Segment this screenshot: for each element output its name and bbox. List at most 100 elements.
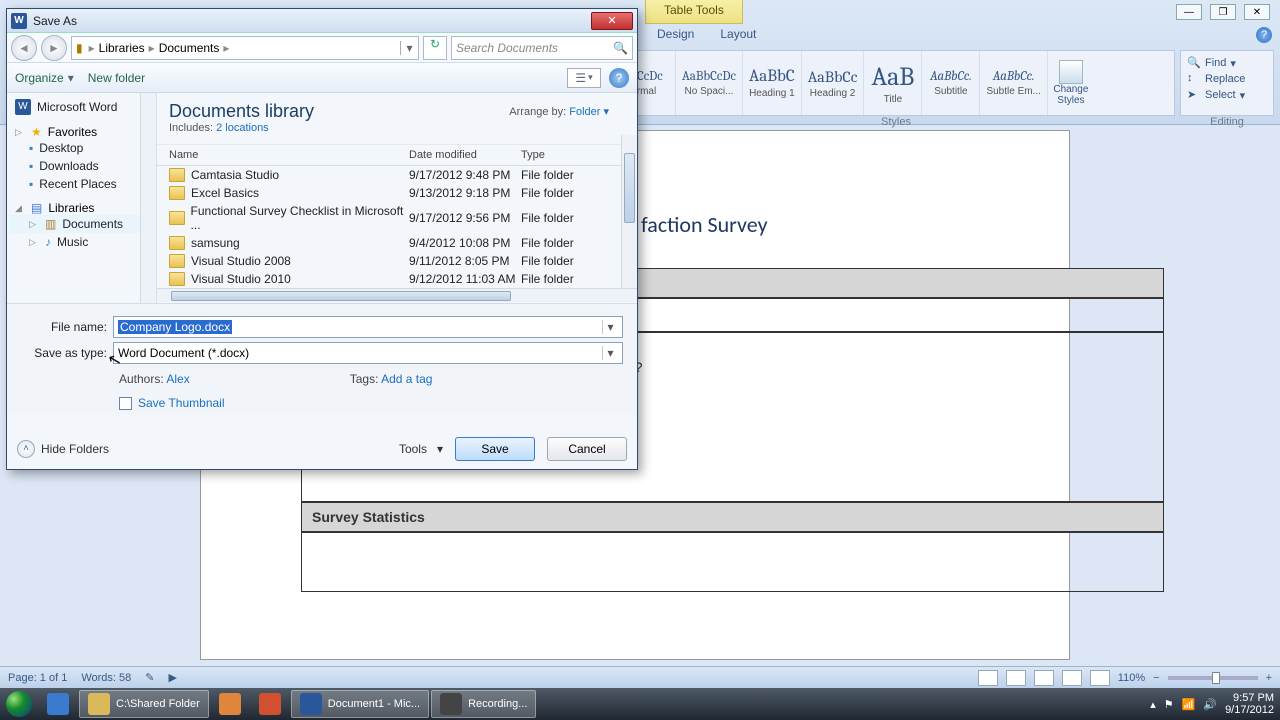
flag-icon[interactable]: ⚑ <box>1164 698 1174 711</box>
list-hscrollbar[interactable] <box>157 288 637 302</box>
spell-icon[interactable]: ✎ <box>145 671 154 684</box>
styles-group-label: Styles <box>617 116 1175 128</box>
chevron-down-icon[interactable]: ▾ <box>602 346 618 360</box>
tags-field[interactable]: Add a tag <box>381 372 432 386</box>
fullscreen-view[interactable] <box>1006 670 1026 686</box>
network-icon[interactable]: 📶 <box>1182 698 1196 711</box>
file-row[interactable]: Functional Survey Checklist in Microsoft… <box>157 202 637 234</box>
style-item[interactable]: AaBbCcHeading 2 <box>802 51 865 115</box>
style-item[interactable]: AaBbCc.Subtle Em... <box>980 51 1047 115</box>
nav-recent[interactable]: ▪Recent Places <box>9 175 154 193</box>
save-thumbnail-checkbox[interactable] <box>119 397 132 410</box>
hide-folders-button[interactable]: ˄ Hide Folders <box>17 440 109 458</box>
filename-input[interactable]: Company Logo.docx ▾ <box>113 316 623 338</box>
dialog-titlebar[interactable]: W Save As ✕ <box>7 9 637 33</box>
nav-downloads[interactable]: ▪Downloads <box>9 157 154 175</box>
save-form: File name: Company Logo.docx ▾ Save as t… <box>7 303 637 414</box>
zoom-slider[interactable] <box>1168 676 1258 680</box>
file-row[interactable]: samsung9/4/2012 10:08 PMFile folder <box>157 234 637 252</box>
ppt-taskbar[interactable] <box>251 690 289 718</box>
help-icon[interactable]: ? <box>1256 27 1272 43</box>
close-button[interactable]: ✕ <box>1244 4 1270 20</box>
file-row[interactable]: Camtasia Studio9/17/2012 9:48 PMFile fol… <box>157 166 637 184</box>
editing-group-label: Editing <box>1180 116 1274 128</box>
outline-view[interactable] <box>1062 670 1082 686</box>
authors-field[interactable]: Alex <box>166 372 189 386</box>
minimize-button[interactable]: — <box>1176 4 1202 20</box>
restore-button[interactable]: ❐ <box>1210 4 1236 20</box>
word-taskbar[interactable]: Document1 - Mic... <box>291 690 429 718</box>
chevron-down-icon[interactable]: ▾ <box>602 320 618 334</box>
macro-icon[interactable]: ▶ <box>168 671 176 684</box>
filename-label: File name: <box>21 320 113 334</box>
nav-libraries[interactable]: ◢▤Libraries <box>9 201 154 215</box>
help-button[interactable]: ? <box>609 68 629 88</box>
volume-icon[interactable]: 🔊 <box>1203 698 1217 711</box>
tray-chevron-icon[interactable]: ▴ <box>1150 698 1156 711</box>
breadcrumb-dropdown[interactable]: ▾ <box>400 41 418 55</box>
folder-icon <box>169 254 185 268</box>
style-item[interactable]: AaBbCc.Subtitle <box>922 51 980 115</box>
word-status-bar: Page: 1 of 1 Words: 58 ✎ ▶ 110% − + <box>0 666 1280 688</box>
cancel-button[interactable]: Cancel <box>547 437 627 461</box>
view-options[interactable]: ☰▾ <box>567 68 601 88</box>
file-row[interactable]: Excel Basics9/13/2012 9:18 PMFile folder <box>157 184 637 202</box>
style-item[interactable]: AaBTitle <box>864 51 922 115</box>
change-styles-button[interactable]: ChangeStyles <box>1048 51 1094 115</box>
nav-pane: W Microsoft Word ▷★Favorites ▪Desktop ▪D… <box>7 93 157 303</box>
nav-scrollbar[interactable] <box>140 93 156 303</box>
file-row[interactable]: Visual Studio 20089/11/2012 8:05 PMFile … <box>157 252 637 270</box>
save-as-dialog: W Save As ✕ ◄ ► ▮ ▸ Libraries▸ Documents… <box>6 8 638 470</box>
explorer-taskbar[interactable]: C:\Shared Folder <box>79 690 209 718</box>
zoom-out[interactable]: − <box>1153 672 1159 684</box>
replace-button[interactable]: ↕Replace <box>1187 72 1267 86</box>
styles-gallery[interactable]: bCcDcrmalAaBbCcDcNo Spaci...AaBbCHeading… <box>617 50 1175 116</box>
dialog-close-button[interactable]: ✕ <box>591 12 633 30</box>
ie-taskbar[interactable] <box>39 690 77 718</box>
dialog-title: Save As <box>33 14 77 28</box>
style-item[interactable]: AaBbCcDcNo Spaci... <box>676 51 743 115</box>
word-count[interactable]: Words: 58 <box>81 672 131 684</box>
refresh-button[interactable]: ↻ <box>423 36 447 60</box>
save-thumbnail-label[interactable]: Save Thumbnail <box>138 396 225 410</box>
camtasia-taskbar[interactable]: Recording... <box>431 690 536 718</box>
tab-design[interactable]: Design <box>645 24 706 46</box>
arrange-by[interactable]: Arrange by: Folder ▾ <box>509 105 609 118</box>
page-indicator[interactable]: Page: 1 of 1 <box>8 672 67 684</box>
wmp-taskbar[interactable] <box>211 690 249 718</box>
find-button[interactable]: 🔍Find ▾ <box>1187 56 1267 70</box>
nav-music[interactable]: ▷♪Music <box>9 233 154 251</box>
print-layout-view[interactable] <box>978 670 998 686</box>
nav-documents[interactable]: ▷▥Documents <box>9 215 154 233</box>
draft-view[interactable] <box>1090 670 1110 686</box>
desktop-icon: ▪ <box>29 141 33 155</box>
save-button[interactable]: Save <box>455 437 535 461</box>
nav-word[interactable]: W Microsoft Word <box>9 97 154 117</box>
nav-favorites[interactable]: ▷★Favorites <box>9 125 154 139</box>
dialog-toolbar: Organize ▾ New folder ☰▾ ? <box>7 63 637 93</box>
forward-button[interactable]: ► <box>41 35 67 61</box>
list-scrollbar[interactable] <box>621 135 637 289</box>
zoom-level[interactable]: 110% <box>1118 672 1145 684</box>
zoom-in[interactable]: + <box>1266 672 1272 684</box>
select-button[interactable]: ➤Select ▾ <box>1187 88 1267 102</box>
star-icon: ★ <box>31 125 42 139</box>
breadcrumb[interactable]: ▮ ▸ Libraries▸ Documents▸ ▾ <box>71 36 419 60</box>
clock[interactable]: 9:57 PM9/17/2012 <box>1225 692 1274 716</box>
start-button[interactable] <box>0 688 38 720</box>
style-item[interactable]: AaBbCHeading 1 <box>743 51 802 115</box>
file-row[interactable]: Visual Studio 20109/12/2012 11:03 AMFile… <box>157 270 637 288</box>
tab-layout[interactable]: Layout <box>708 24 768 46</box>
web-layout-view[interactable] <box>1034 670 1054 686</box>
back-button[interactable]: ◄ <box>11 35 37 61</box>
new-folder-button[interactable]: New folder <box>88 71 145 85</box>
search-input[interactable]: Search Documents 🔍 <box>451 36 633 60</box>
savetype-select[interactable]: Word Document (*.docx) ▾ <box>113 342 623 364</box>
locations-link[interactable]: 2 locations <box>216 122 269 134</box>
column-headers[interactable]: Name Date modified Type <box>157 144 637 166</box>
nav-desktop[interactable]: ▪Desktop <box>9 139 154 157</box>
organize-menu[interactable]: Organize ▾ <box>15 71 74 85</box>
editing-group: 🔍Find ▾ ↕Replace ➤Select ▾ <box>1180 50 1274 116</box>
tools-menu[interactable]: Tools ▾ <box>399 442 443 456</box>
system-tray[interactable]: ▴ ⚑ 📶 🔊 9:57 PM9/17/2012 <box>1150 692 1280 716</box>
